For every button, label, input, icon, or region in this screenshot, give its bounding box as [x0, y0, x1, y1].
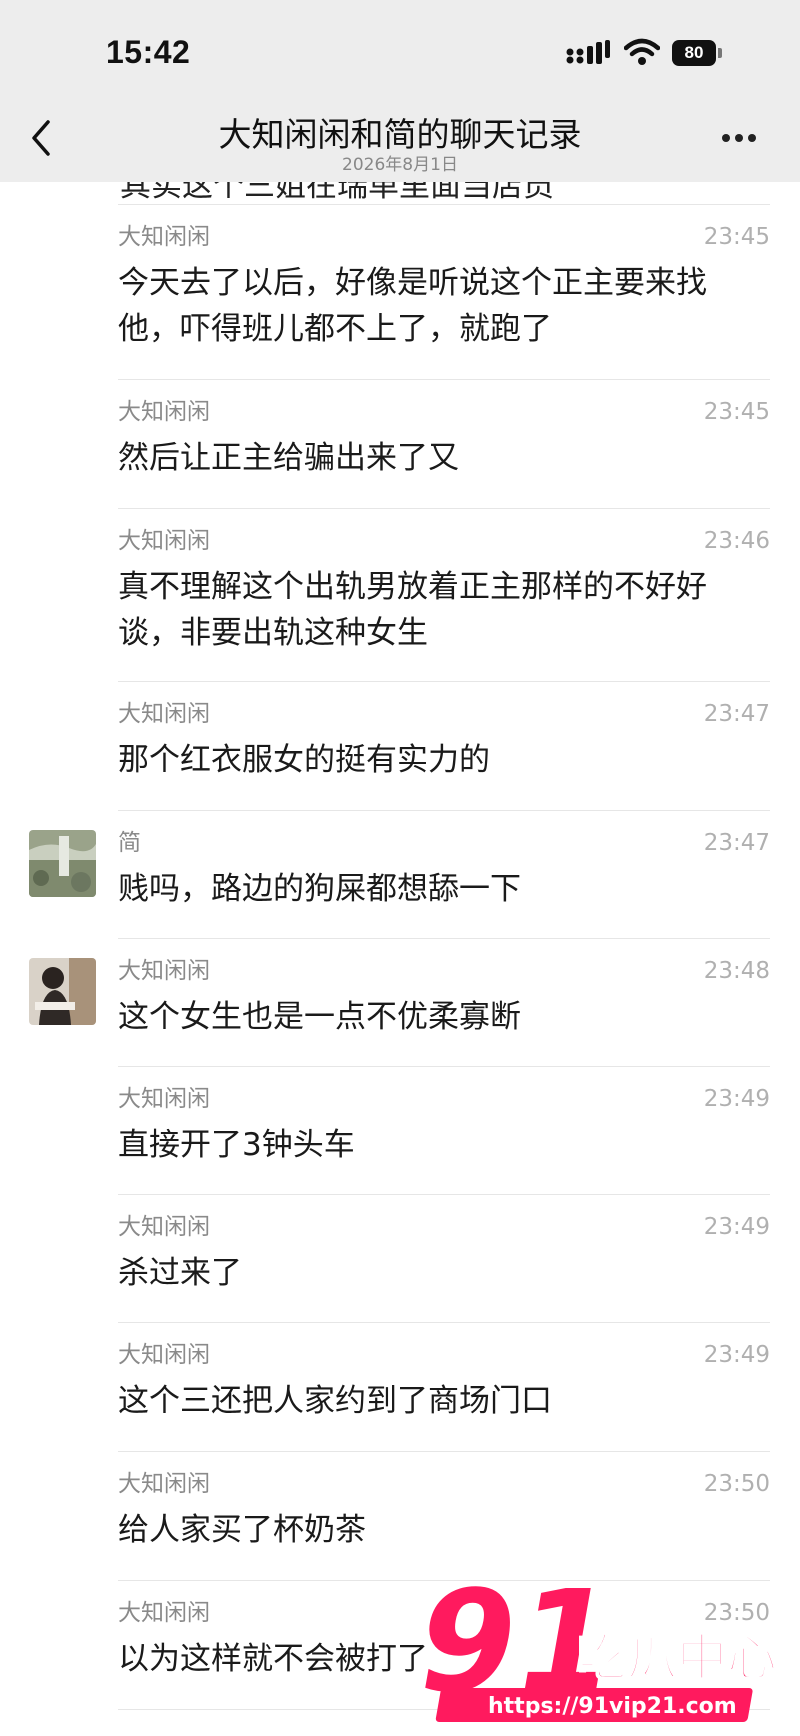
message-text: 直接开了3钟头车: [118, 1127, 355, 1163]
chat-message[interactable]: 大知闲闲 23:45 今天去了以后，好像是听说这个正主要来找 他，吓得班儿都不上了，…: [118, 222, 770, 352]
partial-message-text: 其实这个三姐在瑞单里面当店员: [120, 182, 554, 204]
wifi-icon: [624, 38, 660, 65]
message-text: 给人家买了杯奶茶: [118, 1512, 366, 1548]
message-divider: [118, 379, 770, 380]
message-text: 真不理解这个出轨男放着正主那样的不好好 谈，非要出轨这种女生: [118, 569, 707, 651]
chat-message[interactable]: 大知闲闲 23:49 杀过来了: [118, 1212, 770, 1296]
chat-history-list[interactable]: 其实这个三姐在瑞单里面当店员 大知闲闲 23:45 今天去了以后，好像是听说这个正主…: [0, 182, 800, 1736]
message-divider: [118, 1322, 770, 1323]
message-text: 今天去了以后，好像是听说这个正主要来找 他，吓得班儿都不上了，就跑了: [118, 265, 707, 347]
message-text: 这个女生也是一点不优柔寡断: [118, 999, 521, 1035]
message-text: 贱吗，路边的狗屎都想舔一下: [118, 871, 521, 907]
message-divider: [118, 1066, 770, 1067]
message-time: 23:48: [703, 958, 770, 984]
chat-message[interactable]: 大知闲闲 23:49 这个三还把人家约到了商场门口: [118, 1340, 770, 1424]
message-text: 然后让正主给骗出来了又: [118, 440, 459, 476]
battery-icon: 80: [672, 40, 724, 66]
message-sender: 大知闲闲: [118, 1342, 210, 1368]
message-divider: [118, 681, 770, 682]
message-sender: 大知闲闲: [118, 1214, 210, 1240]
page-subtitle-date: 2026年8月1日: [342, 155, 458, 175]
message-time: 23:46: [703, 528, 770, 554]
watermark-url: https://91vip21.com: [488, 1694, 737, 1719]
page-title: 大知闲闲和简的聊天记录: [218, 115, 582, 154]
more-options-icon[interactable]: [722, 126, 766, 150]
chat-message[interactable]: 大知闲闲 23:50 给人家买了杯奶茶: [118, 1469, 770, 1553]
message-time: 23:49: [703, 1342, 770, 1368]
message-time: 23:49: [703, 1214, 770, 1240]
message-text: 那个红衣服女的挺有实力的: [118, 742, 490, 778]
chat-message[interactable]: 大知闲闲 23:46 真不理解这个出轨男放着正主那样的不好好 谈，非要出轨这种女生: [118, 526, 770, 656]
message-sender: 大知闲闲: [118, 399, 210, 425]
message-divider: [118, 1194, 770, 1195]
message-text: 这个三还把人家约到了商场门口: [118, 1383, 552, 1419]
message-time: 23:50: [703, 1471, 770, 1497]
message-time: 23:47: [703, 701, 770, 727]
message-sender: 大知闲闲: [118, 528, 210, 554]
message-divider: [118, 508, 770, 509]
message-time: 23:47: [703, 830, 770, 856]
message-text: 杀过来了: [118, 1255, 242, 1291]
message-divider: [118, 204, 770, 205]
message-sender: 大知闲闲: [118, 224, 210, 250]
message-divider: [118, 938, 770, 939]
chat-message[interactable]: 大知闲闲 23:48 这个女生也是一点不优柔寡断: [118, 956, 770, 1040]
chat-message[interactable]: 大知闲闲 23:47 那个红衣服女的挺有实力的: [118, 699, 770, 783]
message-divider: [118, 1451, 770, 1452]
status-bar: 15:42 80: [0, 0, 800, 96]
status-time: 15:42: [106, 34, 191, 70]
avatar-jian[interactable]: [29, 830, 96, 897]
message-time: 23:49: [703, 1086, 770, 1112]
message-sender: 大知闲闲: [118, 701, 210, 727]
message-time: 23:45: [703, 224, 770, 250]
message-sender: 大知闲闲: [118, 1471, 210, 1497]
message-sender: 简: [118, 830, 141, 856]
avatar-dazhixianxian[interactable]: [29, 958, 96, 1025]
chat-header: 大知闲闲和简的聊天记录 2026年8月1日: [0, 96, 800, 182]
chat-message[interactable]: 大知闲闲 23:49 直接开了3钟头车: [118, 1084, 770, 1168]
message-time: 23:45: [703, 399, 770, 425]
message-sender: 大知闲闲: [118, 1086, 210, 1112]
watermark-logo-text: 吃瓜中心: [577, 1629, 777, 1687]
cellular-signal-icon: [566, 40, 610, 64]
chat-message[interactable]: 大知闲闲 23:45 然后让正主给骗出来了又: [118, 397, 770, 481]
message-divider: [118, 810, 770, 811]
battery-level: 80: [672, 40, 716, 66]
watermark-logo: 91 吃瓜中心 https://91vip21.com: [422, 1570, 778, 1724]
message-sender: 大知闲闲: [118, 958, 210, 984]
chat-message[interactable]: 简 23:47 贱吗，路边的狗屎都想舔一下: [118, 828, 770, 912]
